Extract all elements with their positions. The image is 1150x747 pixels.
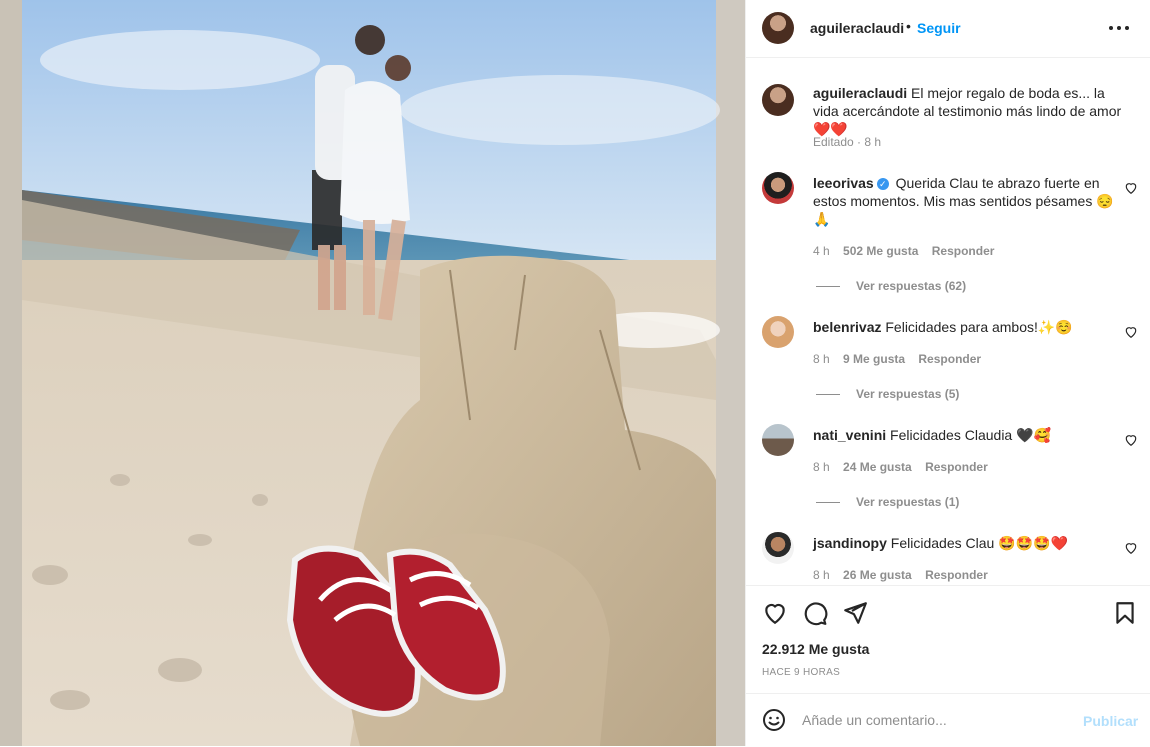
view-replies-button[interactable]: Ver respuestas (1) — [816, 495, 959, 509]
comment-icon[interactable] — [802, 600, 828, 626]
like-heart-icon[interactable] — [762, 600, 788, 626]
follow-button[interactable]: Seguir — [917, 20, 961, 36]
separator-dot: • — [906, 18, 911, 34]
publish-button[interactable]: Publicar — [1083, 713, 1138, 729]
comment-likes[interactable]: 502 Me gusta — [843, 244, 918, 258]
author-username[interactable]: aguileraclaudi — [810, 20, 904, 36]
comment-likes[interactable]: 24 Me gusta — [843, 460, 912, 474]
comment-username[interactable]: nati_venini — [813, 427, 886, 443]
emoji-icon[interactable] — [762, 708, 786, 732]
comment-username[interactable]: leeorivas — [813, 175, 874, 191]
comment-age: 8 h — [813, 352, 830, 366]
view-replies-label: Ver respuestas (1) — [856, 495, 960, 509]
comment-meta: 8 h 9 Me gusta Responder — [813, 352, 981, 366]
comment-meta: 8 h 24 Me gusta Responder — [813, 460, 988, 474]
replies-divider — [816, 502, 840, 504]
comment-text: Felicidades Clau 🤩🤩🤩❤️ — [890, 535, 1068, 551]
reply-button[interactable]: Responder — [925, 568, 988, 582]
comment-likes[interactable]: 26 Me gusta — [843, 568, 912, 582]
comment-avatar[interactable] — [762, 424, 794, 456]
more-options-icon[interactable] — [1108, 16, 1134, 40]
comment-avatar[interactable] — [762, 532, 794, 564]
caption-avatar[interactable] — [762, 84, 794, 116]
comment-age: 8 h — [813, 460, 830, 474]
caption-username[interactable]: aguileraclaudi — [813, 85, 907, 101]
comment-text: Felicidades Claudia 🖤🥰 — [890, 427, 1051, 443]
caption: aguileraclaudi El mejor regalo de boda e… — [813, 84, 1133, 138]
view-replies-button[interactable]: Ver respuestas (5) — [816, 387, 959, 401]
view-replies-label: Ver respuestas (5) — [856, 387, 960, 401]
view-replies-button[interactable]: Ver respuestas (62) — [816, 279, 966, 293]
add-comment-bar: Añade un comentario... Publicar — [746, 693, 1150, 747]
comment-username[interactable]: belenrivaz — [813, 319, 881, 335]
comment-meta: 8 h 26 Me gusta Responder — [813, 568, 988, 582]
reply-button[interactable]: Responder — [918, 352, 981, 366]
comment-body: nati_venini Felicidades Claudia 🖤🥰 — [813, 426, 1123, 444]
post-side-panel: aguileraclaudi • Seguir aguileraclaudi E… — [745, 0, 1150, 746]
comments-list[interactable]: aguileraclaudi El mejor regalo de boda e… — [746, 58, 1150, 584]
comment-username[interactable]: jsandinopy — [813, 535, 887, 551]
replies-divider — [816, 394, 840, 396]
comment-like-icon[interactable] — [1124, 181, 1138, 195]
reply-button[interactable]: Responder — [925, 460, 988, 474]
comment-avatar[interactable] — [762, 316, 794, 348]
comment-avatar[interactable] — [762, 172, 794, 204]
share-icon[interactable] — [842, 600, 868, 626]
comment-body: jsandinopy Felicidades Clau 🤩🤩🤩❤️ — [813, 534, 1123, 552]
comment-like-icon[interactable] — [1124, 325, 1138, 339]
comment-body: belenrivaz Felicidades para ambos!✨☺️ — [813, 318, 1123, 336]
comment-age: 4 h — [813, 244, 830, 258]
beach-photo-image — [0, 0, 745, 746]
post-time: HACE 9 HORAS — [762, 667, 841, 678]
comment-age: 8 h — [813, 568, 830, 582]
likes-count[interactable]: 22.912 Me gusta — [762, 641, 869, 657]
comment-meta: 4 h 502 Me gusta Responder — [813, 244, 994, 258]
comment-input[interactable]: Añade un comentario... — [802, 712, 947, 728]
view-replies-label: Ver respuestas (62) — [856, 279, 967, 293]
post-actions: 22.912 Me gusta HACE 9 HORAS — [746, 585, 1150, 694]
author-avatar[interactable] — [762, 12, 794, 44]
save-bookmark-icon[interactable] — [1112, 600, 1138, 626]
comment-likes[interactable]: 9 Me gusta — [843, 352, 905, 366]
replies-divider — [816, 286, 840, 288]
post-photo[interactable] — [0, 0, 745, 746]
post-header: aguileraclaudi • Seguir — [746, 0, 1150, 58]
comment-text: Felicidades para ambos!✨☺️ — [885, 319, 1073, 335]
reply-button[interactable]: Responder — [932, 244, 995, 258]
verified-badge-icon: ✓ — [876, 178, 889, 191]
comment-body: leeorivas ✓ Querida Clau te abrazo fuerte… — [813, 174, 1123, 228]
comment-like-icon[interactable] — [1124, 433, 1138, 447]
caption-meta: Editado · 8 h — [813, 135, 882, 149]
comment-like-icon[interactable] — [1124, 541, 1138, 555]
